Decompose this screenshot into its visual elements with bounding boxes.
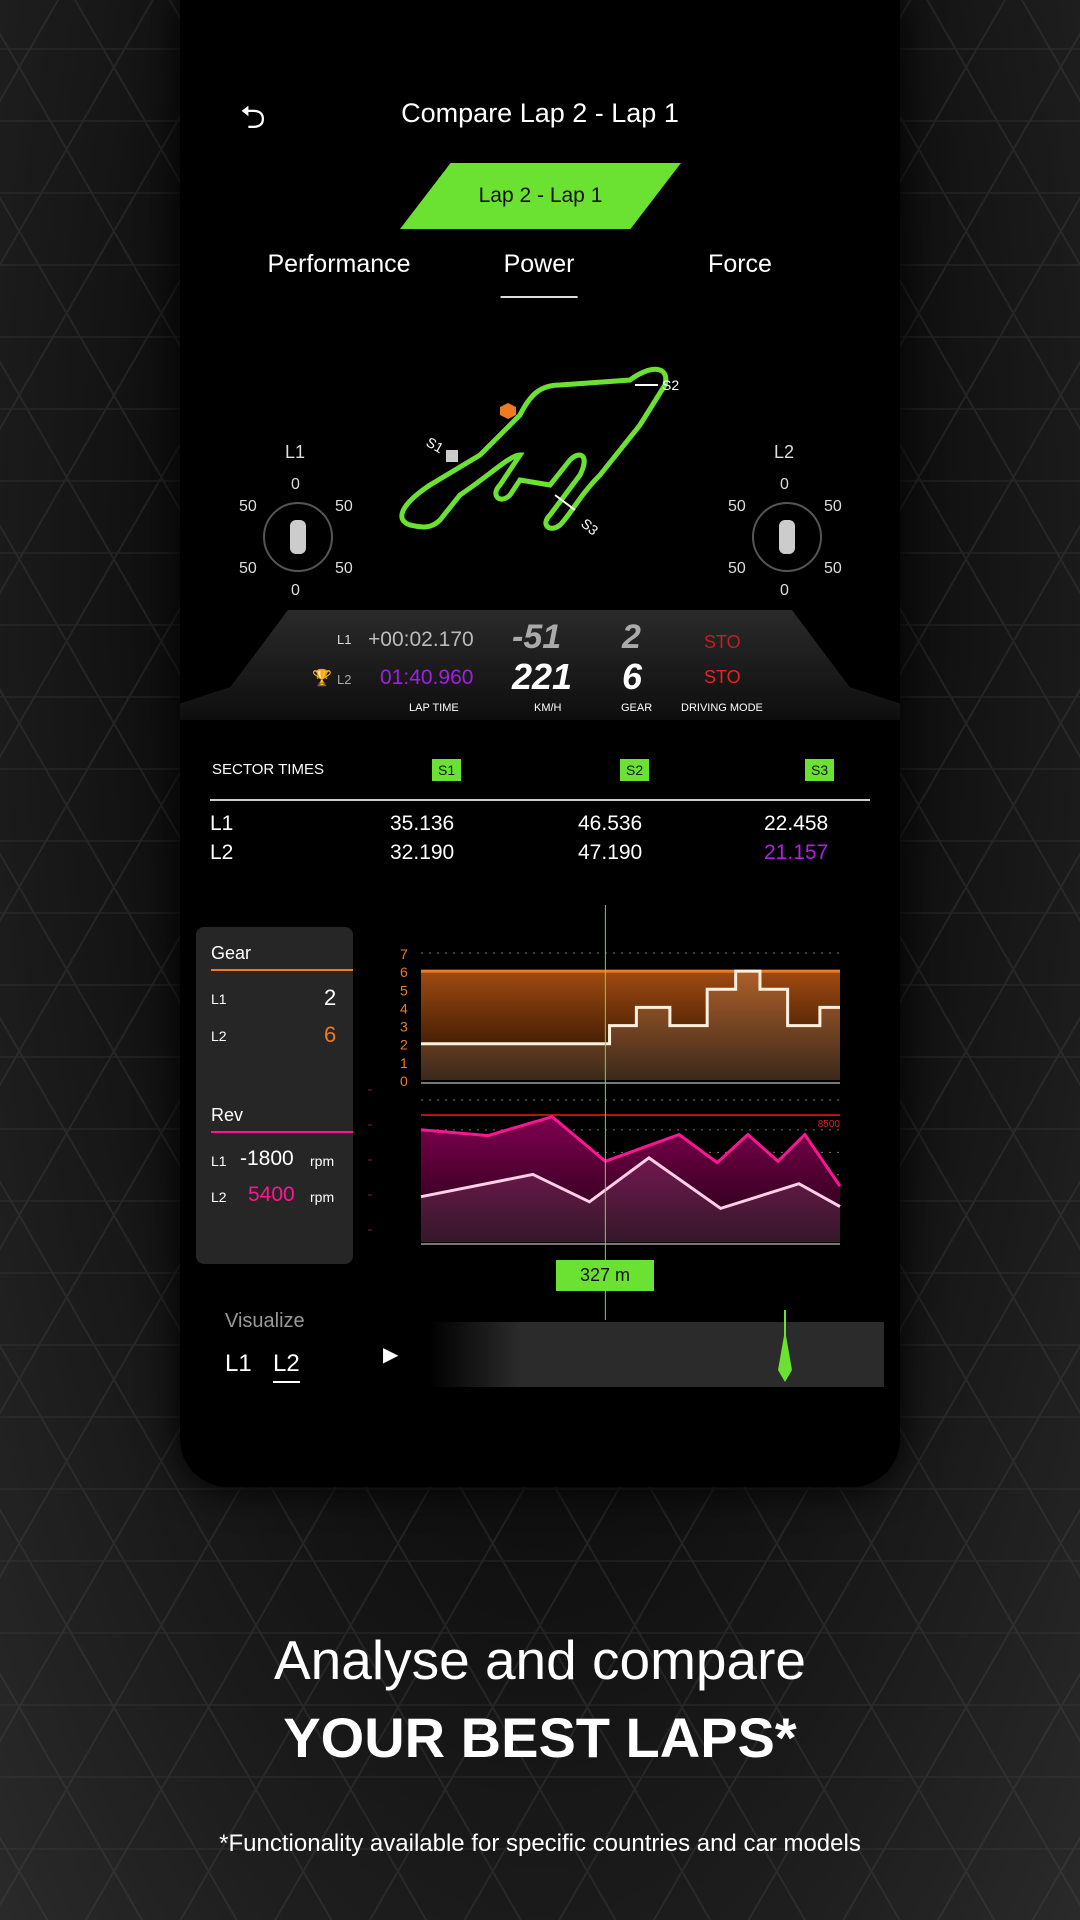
gauge-value: 50 [335, 560, 353, 577]
rev-l2-label: L2 [211, 1189, 227, 1205]
sector-time: 46.536 [578, 812, 643, 835]
rev-underline [211, 1131, 353, 1133]
gear-axis-tick: 6 [400, 964, 408, 980]
car-icon [779, 520, 795, 554]
gauge-value: 0 [291, 476, 300, 493]
sector-time-best: 21.157 [764, 841, 829, 864]
gauge-value: 0 [291, 582, 300, 599]
dash-label-time: LAP TIME [409, 702, 459, 714]
sector-badge-s1: S1 [432, 759, 462, 781]
promo-headline: Analyse and compare [274, 1629, 806, 1691]
dash-label-speed: KM/H [534, 702, 562, 714]
gauge-l2: L2 0 50 50 50 50 0 [724, 438, 844, 608]
gear-axis-tick: 5 [400, 982, 408, 998]
sector-badge-s3: S3 [805, 759, 835, 781]
sector-times-header: SECTOR TIMES [212, 761, 324, 778]
sector-label-s2: S2 [662, 377, 679, 393]
tab-power[interactable]: Power [500, 250, 578, 298]
sector-time: 32.190 [390, 841, 455, 864]
phone-screen: ⮌ Compare Lap 2 - Lap 1 Lap 2 - Lap 1 Pe… [180, 0, 900, 1487]
gear-underline [211, 969, 353, 971]
gauge-value: 50 [728, 560, 746, 577]
gear-axis-tick: 2 [400, 1037, 408, 1053]
page-title: Compare Lap 2 - Lap 1 [401, 98, 679, 128]
gear-axis-tick: 7 [400, 946, 408, 962]
track-map: S2 S1 S3 [399, 366, 679, 538]
gauge-value: 50 [239, 560, 257, 577]
sector-time: 35.136 [390, 812, 455, 835]
dash-l2-speed: 221 [512, 656, 573, 697]
visualize-title: Visualize [225, 1310, 305, 1332]
dash-l2-mode: STO [704, 667, 741, 687]
rev-title: Rev [211, 1105, 244, 1125]
visualize-option-l1[interactable]: L1 [225, 1350, 252, 1378]
dash-l1-speed: -51 [512, 618, 562, 656]
rev-limit-label: 8500 [818, 1119, 841, 1130]
promo-footnote: *Functionality available for specific co… [219, 1830, 861, 1857]
gauge-value: 0 [780, 476, 789, 493]
gauge-label: L1 [285, 442, 306, 462]
gear-axis-tick: 1 [400, 1055, 408, 1071]
dash-l2-gear: 6 [622, 656, 643, 697]
tab-force[interactable]: Force [708, 250, 772, 279]
rev-unit: rpm [310, 1189, 335, 1205]
values-panel: Gear L1 2 L2 6 Rev L1 -1800 rpm L2 5400 … [196, 927, 353, 1264]
rev-l1-value: -1800 [240, 1147, 294, 1170]
dash-l1-gear: 2 [622, 618, 641, 656]
divider [210, 799, 870, 801]
gauge-label: L2 [774, 442, 795, 462]
gear-title: Gear [211, 943, 252, 963]
gauge-value: 50 [728, 498, 746, 515]
gauge-value: 50 [239, 498, 257, 515]
visualize-option-l2[interactable]: L2 [273, 1350, 300, 1383]
gauge-value: 50 [824, 498, 842, 515]
dash-label-mode: DRIVING MODE [681, 702, 763, 714]
telemetry-charts[interactable]: 0 1 2 3 4 5 6 7 8500 [360, 900, 890, 1320]
gear-l1-value: 2 [324, 985, 337, 1010]
gear-l1-label: L1 [211, 991, 227, 1007]
gauge-value: 0 [780, 582, 789, 599]
sector-time: 47.190 [578, 841, 643, 864]
gear-axis-tick: 0 [400, 1073, 408, 1089]
tab-performance[interactable]: Performance [267, 250, 410, 279]
gear-l2-value: 6 [324, 1022, 337, 1047]
checkered-flag-icon [446, 450, 458, 462]
dash-lap-label: L1 [337, 632, 352, 647]
gauge-value: 50 [824, 560, 842, 577]
gauge-value: 50 [335, 498, 353, 515]
dash-l1-mode: STO [704, 632, 741, 652]
cursor-distance-label: 327 m [556, 1260, 654, 1291]
dash-label-gear: GEAR [621, 702, 653, 714]
gauge-l1: L1 0 50 50 50 50 0 [235, 438, 355, 608]
play-icon[interactable]: ▶ [383, 1342, 398, 1367]
rev-l1-label: L1 [211, 1153, 227, 1169]
dash-lap-label: L2 [337, 672, 352, 687]
position-marker-icon [500, 403, 516, 419]
rev-unit: rpm [310, 1153, 335, 1169]
lap-selector-button[interactable]: Lap 2 - Lap 1 [400, 163, 681, 229]
dash-l2-time: 01:40.960 [380, 666, 474, 689]
sector-time: 22.458 [764, 812, 829, 835]
sector-row-label: L1 [210, 812, 234, 835]
sector-label-s1: S1 [424, 434, 447, 457]
gear-axis-tick: 3 [400, 1019, 408, 1035]
sector-label-s3: S3 [578, 515, 602, 538]
gear-l2-label: L2 [211, 1028, 227, 1044]
dash-l1-time: +00:02.170 [368, 628, 474, 651]
trophy-icon: 🏆 [312, 670, 332, 687]
sector-badge-s2: S2 [620, 759, 650, 781]
timeline-scrubber[interactable] [429, 1322, 884, 1387]
scrubber-handle-icon[interactable] [770, 1310, 800, 1382]
sector-row-label: L2 [210, 841, 234, 864]
promo-headline-bold: YOUR BEST LAPS* [283, 1706, 797, 1769]
gear-axis-tick: 4 [400, 1000, 408, 1016]
car-icon [290, 520, 306, 554]
rev-l2-value: 5400 [248, 1183, 295, 1206]
